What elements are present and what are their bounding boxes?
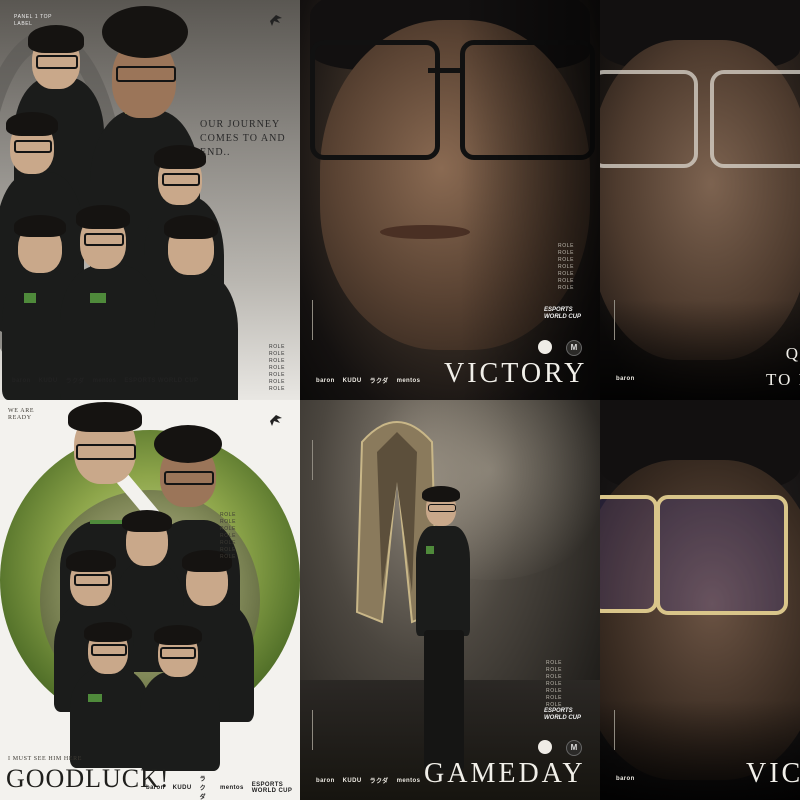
- poster-title: Q: [785, 344, 800, 363]
- glasses-left: [600, 70, 698, 168]
- sponsor-bar: baron KUDU ラクダ mentos: [316, 377, 421, 386]
- headline-line-2: COMES TO AND END..: [200, 133, 286, 158]
- poster-journey: PANEL 1 TOP LABEL OUR JOURNEY COMES TO A…: [0, 0, 300, 400]
- frame-line-top: [312, 440, 313, 480]
- poster-partial-q: baron Q TO F: [600, 0, 800, 400]
- falcon-logo-icon: [270, 415, 282, 426]
- sponsor-bar: baron KUDU ラクダ mentos ESPORTS WORLD CUP: [146, 777, 293, 800]
- mouth: [380, 225, 470, 239]
- sponsor-bar: baron KUDU ラクダ mentos: [316, 777, 421, 786]
- frame-line: [614, 710, 615, 750]
- sponsor-mentos: mentos: [92, 377, 117, 384]
- glasses-left: [310, 40, 440, 160]
- poster-goodluck: WE ARE READY ROLE ROLE ROLE ROLE ROLE RO…: [0, 400, 300, 800]
- poster-title: GAMEDAY: [424, 758, 586, 789]
- poster-partial-victory: baron VIC: [600, 400, 800, 800]
- m-badge-icon: M: [566, 740, 582, 756]
- ewc-label: ESPORTS WORLD CUP: [544, 307, 581, 320]
- m-badge-icon: M: [566, 340, 582, 356]
- sponsor-ewc: ESPORTS WORLD CUP: [124, 377, 199, 384]
- frame-line: [312, 300, 313, 340]
- glasses-right: [710, 70, 800, 168]
- sponsor-bar: baron: [616, 376, 635, 382]
- sponsor-kudu: KUDU: [38, 377, 58, 384]
- frame-line-bottom: [312, 710, 313, 750]
- poster-gameday: ROLE ROLE ROLE ROLE ROLE ROLE ROLE ESPOR…: [300, 400, 600, 800]
- sponsor-rakuda: ラクダ: [65, 379, 85, 385]
- sponsor-bar: baron: [616, 776, 635, 782]
- frame-line: [614, 300, 615, 340]
- top-label: WE ARE READY: [8, 408, 35, 421]
- sponsor-baron: baron: [12, 377, 31, 384]
- tagline: I MUST SEE HIM HERE: [8, 756, 82, 762]
- poster-title-line-2: TO F: [766, 370, 800, 389]
- roster: ROLE ROLE ROLE ROLE ROLE ROLE ROLE: [220, 512, 237, 560]
- sponsor-bar: baron KUDU ラクダ mentos ESPORTS WORLD CUP: [12, 376, 199, 386]
- falcon-badge-icon: [538, 740, 552, 754]
- falcon-badge-icon: [538, 340, 552, 354]
- glasses-bridge: [428, 68, 462, 73]
- shadow-overlay: [460, 0, 600, 400]
- poster-title: VIC: [746, 758, 800, 789]
- glasses-right: [656, 495, 788, 615]
- headline-line-1: OUR JOURNEY: [200, 119, 281, 130]
- poster-title: GOODLUCK!: [6, 764, 170, 793]
- poster-victory: ROLE ROLE ROLE ROLE ROLE ROLE ROLE ESPOR…: [300, 0, 600, 400]
- roster: ROLE ROLE ROLE ROLE ROLE ROLE ROLE: [268, 344, 286, 392]
- poster-title: VICTORY: [444, 358, 588, 389]
- roster: ROLE ROLE ROLE ROLE ROLE ROLE ROLE: [558, 243, 575, 291]
- ewc-label: ESPORTS WORLD CUP: [544, 708, 581, 721]
- falcon-logo-icon: [270, 15, 282, 26]
- headline: OUR JOURNEY COMES TO AND END..: [200, 118, 300, 160]
- glasses-left: [600, 495, 658, 613]
- roster: ROLE ROLE ROLE ROLE ROLE ROLE ROLE: [546, 660, 563, 708]
